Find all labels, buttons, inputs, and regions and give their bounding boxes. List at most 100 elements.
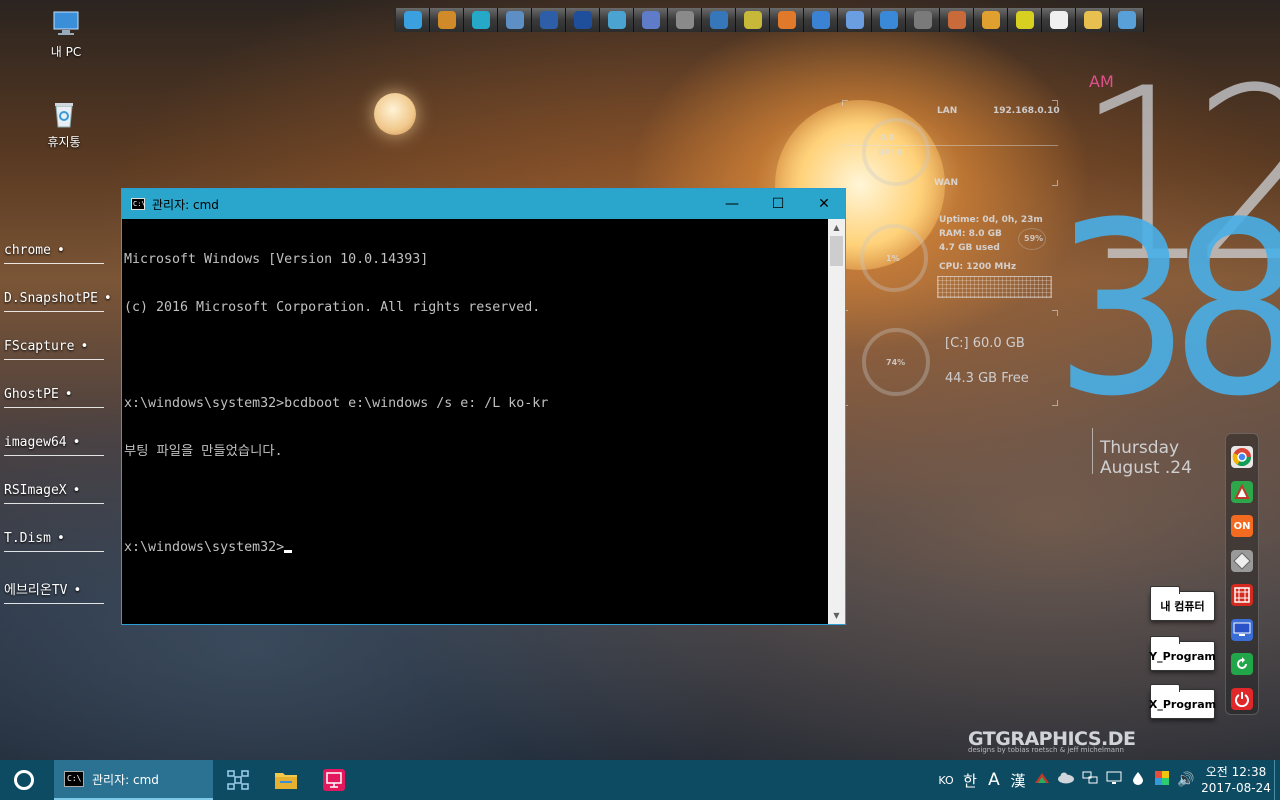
launcher-label: RSImageX: [4, 483, 67, 498]
dock-app-button[interactable]: [464, 8, 498, 32]
cmd-icon: C:\: [64, 771, 84, 787]
dock-app-button[interactable]: [600, 8, 634, 32]
launcher-everyon-tv[interactable]: 에브리온TV •: [4, 579, 104, 604]
dock-app-button[interactable]: [940, 8, 974, 32]
cmd-icon: C:\: [131, 198, 146, 210]
vertical-scrollbar[interactable]: ▲ ▼: [828, 219, 845, 624]
right-dock: ON: [1225, 433, 1259, 715]
color-icon[interactable]: [1150, 771, 1174, 789]
taskbar-clock[interactable]: 오전 12:38 2017-08-24: [1198, 764, 1274, 796]
cmd-titlebar[interactable]: C:\ 관리자: cmd — ☐ ✕: [122, 189, 845, 219]
cmd-console[interactable]: Microsoft Windows [Version 10.0.14393] (…: [122, 219, 828, 624]
folder-my-computer[interactable]: 내 컴퓨터: [1150, 586, 1215, 621]
dock-app-button[interactable]: [974, 8, 1008, 32]
launcher-dot: •: [56, 531, 65, 546]
input-language[interactable]: KO: [934, 774, 958, 787]
dock-app-button[interactable]: [906, 8, 940, 32]
scroll-down-icon[interactable]: ▼: [828, 607, 845, 624]
chrome-icon[interactable]: [1231, 446, 1253, 468]
dock-app-button[interactable]: [770, 8, 804, 32]
task-view-button[interactable]: [214, 760, 262, 800]
dock-app-button[interactable]: [1076, 8, 1110, 32]
file-explorer-button[interactable]: [262, 760, 310, 800]
app-icon: [1117, 11, 1136, 29]
dock-app-button[interactable]: [872, 8, 906, 32]
hud-wan-label: WAN: [934, 178, 959, 188]
flag-icon[interactable]: [1231, 480, 1253, 503]
hud-uptime: Uptime: 0d, 0h, 23m: [939, 215, 1043, 225]
minimize-button[interactable]: —: [709, 189, 755, 219]
launcher-ghostpe[interactable]: GhostPE •: [4, 387, 104, 408]
display-icon[interactable]: [1102, 771, 1126, 789]
hud-ram: RAM: 8.0 GB: [939, 229, 1002, 239]
clock-minute: 38: [1054, 172, 1280, 449]
refresh-icon[interactable]: [1231, 653, 1253, 675]
dock-app-button[interactable]: [838, 8, 872, 32]
droplet-icon[interactable]: [1126, 771, 1150, 789]
volume-icon[interactable]: 🔊: [1174, 772, 1198, 788]
hud-ip: 192.168.0.10: [993, 106, 1060, 116]
launcher-label: D.SnapshotPE: [4, 291, 98, 306]
close-button[interactable]: ✕: [801, 189, 847, 219]
monitor-icon[interactable]: [1231, 618, 1253, 641]
start-button[interactable]: [0, 760, 48, 800]
launcher-label: imagew64: [4, 435, 67, 450]
ime-hangul[interactable]: 한: [958, 770, 982, 791]
app-icon: [743, 11, 762, 29]
dock-app-button[interactable]: [498, 8, 532, 32]
show-desktop-button[interactable]: [1274, 760, 1280, 800]
drive-icon[interactable]: [1030, 771, 1054, 789]
folder-label: Y_Program: [1149, 649, 1216, 663]
taskbar-item-cmd[interactable]: C:\ 관리자: cmd: [54, 760, 213, 800]
console-prompt-line: x:\windows\system32>: [124, 540, 826, 556]
ime-hanja[interactable]: 漢: [1006, 770, 1030, 791]
launcher-tdism[interactable]: T.Dism •: [4, 531, 104, 552]
scroll-up-icon[interactable]: ▲: [828, 219, 845, 236]
top-dock: [394, 8, 1146, 32]
launcher-chrome[interactable]: chrome •: [4, 243, 104, 264]
folder-y-program[interactable]: Y_Program: [1149, 636, 1216, 671]
launcher-rsimagex[interactable]: RSImageX •: [4, 483, 104, 504]
cloud-icon[interactable]: [1054, 772, 1078, 788]
recycle-bin-icon: [48, 98, 80, 130]
dock-app-button[interactable]: [532, 8, 566, 32]
hud-ring3: 74%: [886, 358, 906, 367]
launcher-label: T.Dism: [4, 531, 51, 546]
folder-label: 내 컴퓨터: [1160, 600, 1205, 613]
dock-app-button[interactable]: [668, 8, 702, 32]
ime-alpha[interactable]: A: [982, 770, 1006, 790]
launcher-fscapture[interactable]: FScapture •: [4, 339, 104, 360]
desktop-icon-label: 휴지통: [47, 135, 81, 149]
folder-x-program[interactable]: X_Program: [1149, 684, 1216, 719]
dock-app-button[interactable]: [804, 8, 838, 32]
hud-cpu: CPU: 1200 MHz: [939, 262, 1017, 272]
folder-icon: [275, 773, 297, 789]
app-icon: [947, 11, 966, 29]
launcher-dsnapshotpe[interactable]: D.SnapshotPE •: [4, 291, 112, 312]
dock-app-button[interactable]: [430, 8, 464, 32]
scroll-thumb[interactable]: [830, 236, 843, 266]
power-icon[interactable]: [1231, 687, 1253, 710]
wallpaper-brand-sub: designs by tobias roetsch & jeff michelm…: [968, 746, 1124, 754]
dock-app-button[interactable]: [736, 8, 770, 32]
grid-icon[interactable]: [1231, 584, 1253, 606]
app-icon: [981, 11, 1000, 29]
moon-image: [374, 93, 416, 135]
maximize-button[interactable]: ☐: [755, 189, 801, 219]
dock-app-button[interactable]: [566, 8, 600, 32]
diamond-icon[interactable]: [1231, 549, 1253, 572]
network-icon[interactable]: [1078, 771, 1102, 789]
dock-app-button[interactable]: [396, 8, 430, 32]
desktop-icon-recycle-bin[interactable]: 휴지통: [34, 98, 94, 150]
app-pinned-button[interactable]: [310, 760, 358, 800]
dock-app-button[interactable]: [634, 8, 668, 32]
launcher-imagew64[interactable]: imagew64 •: [4, 435, 104, 456]
desktop-icon-my-pc[interactable]: 내 PC: [36, 8, 96, 60]
dock-app-button[interactable]: [1042, 8, 1076, 32]
console-line: (c) 2016 Microsoft Corporation. All righ…: [124, 300, 541, 315]
dock-app-button[interactable]: [702, 8, 736, 32]
dock-app-button[interactable]: [1110, 8, 1144, 32]
app-icon: [1049, 11, 1068, 29]
on-icon[interactable]: ON: [1231, 515, 1253, 537]
dock-app-button[interactable]: [1008, 8, 1042, 32]
